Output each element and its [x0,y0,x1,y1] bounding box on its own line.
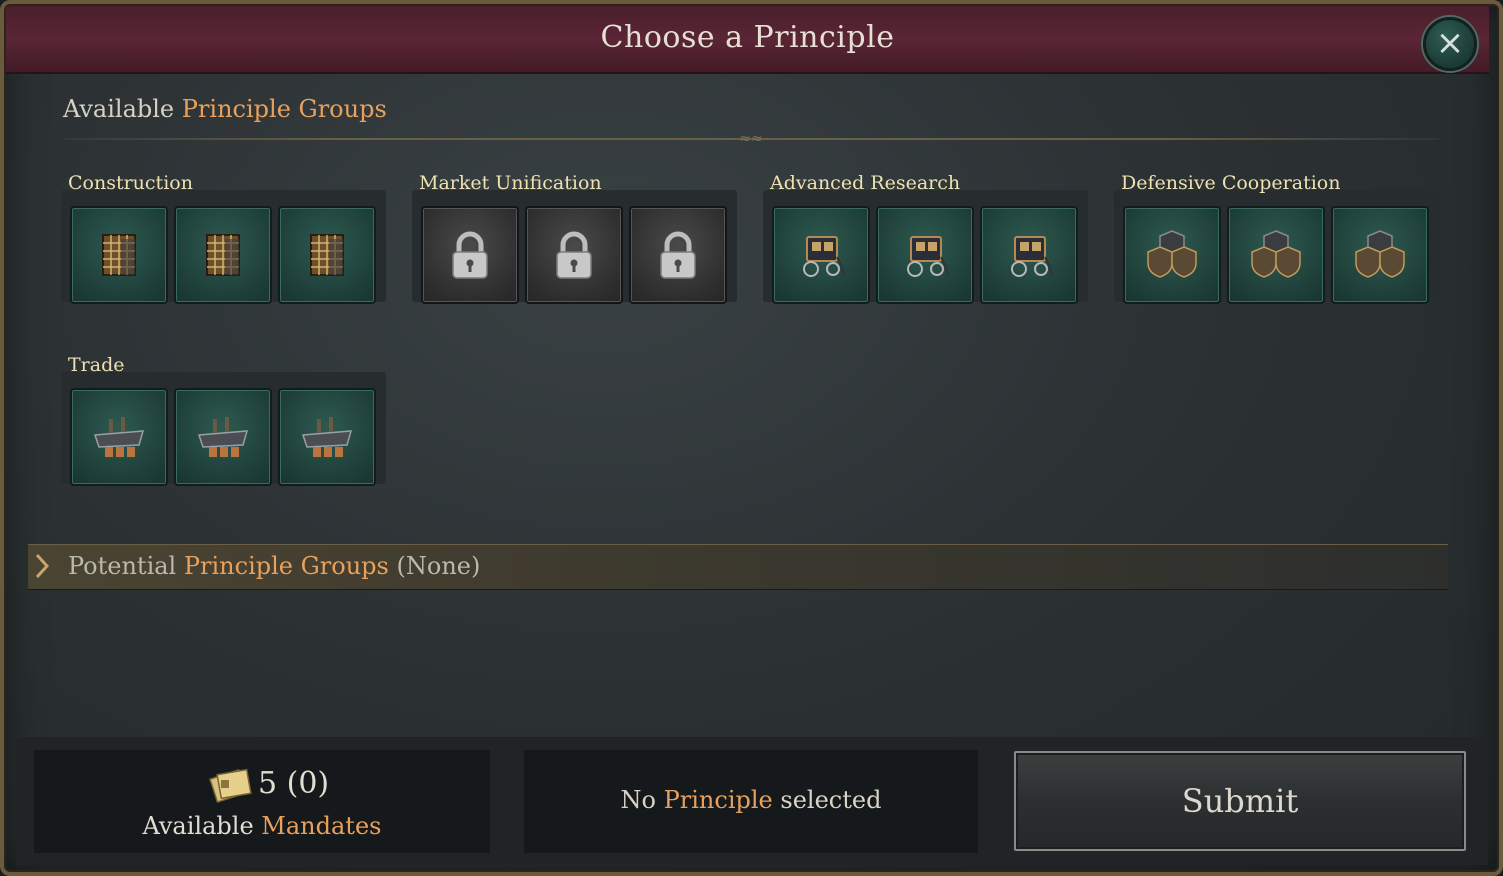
selected-principle-status: No Principle selected [524,786,978,814]
trade-ship-icon [301,417,353,457]
potential-suffix: (None) [396,552,481,580]
carriage-icon [803,236,845,277]
principle-tile-advanced-research-1[interactable] [772,206,870,304]
principle-tile-market-unification-1[interactable] [421,206,519,304]
group-label: Advanced Research [770,172,961,194]
lock-icon [660,231,696,279]
principle-tile-trade-3[interactable] [278,388,376,486]
window-title: Choose a Principle [600,20,895,55]
potential-prefix: Potential [68,552,177,580]
group-label: Construction [68,172,193,194]
available-principle-groups-heading: Available Principle Groups [63,95,387,123]
mandates-label: Available Mandates [34,812,490,840]
heading-prefix: Available [63,95,175,123]
close-button[interactable]: × [1423,17,1477,71]
mandates-label-prefix: Available [142,812,254,840]
principle-tile-construction-1[interactable] [70,206,168,304]
mandates-count: 5 (0) [258,766,330,801]
close-icon: × [1435,23,1465,63]
carriage-icon [1011,236,1053,277]
group-market-unification: Market Unification [412,172,737,304]
principle-tile-construction-3[interactable] [278,206,376,304]
potential-accent: Principle Groups [183,552,389,580]
group-label: Market Unification [419,172,602,194]
trade-ship-icon [197,417,249,457]
lock-icon [452,231,488,279]
selection-accent: Principle [663,786,773,814]
selection-prefix: No [620,786,656,814]
principle-tile-advanced-research-3[interactable] [980,206,1078,304]
chevron-right-icon[interactable] [32,551,52,581]
carriage-icon [907,236,949,277]
group-trade: Trade [61,354,386,486]
mandate-papers-icon [209,768,252,803]
group-panel [1114,190,1439,304]
principle-tile-market-unification-3[interactable] [629,206,727,304]
principle-tile-defensive-cooperation-3[interactable] [1331,206,1429,304]
trade-ship-icon [93,417,145,457]
principle-tile-advanced-research-2[interactable] [876,206,974,304]
lock-icon [556,231,592,279]
divider-ornament-icon: ≈≈ [739,131,763,147]
principle-tile-construction-2[interactable] [174,206,272,304]
group-panel [412,190,737,304]
building-scaffold-icon [206,234,240,276]
group-construction: Construction [61,172,386,304]
potential-principle-groups-label: Potential Principle Groups (None) [68,552,480,580]
group-label: Defensive Cooperation [1121,172,1341,194]
group-panel [763,190,1088,304]
principle-tile-defensive-cooperation-1[interactable] [1123,206,1221,304]
principle-tile-defensive-cooperation-2[interactable] [1227,206,1325,304]
principle-tile-market-unification-2[interactable] [525,206,623,304]
selection-suffix: selected [780,786,882,814]
shields-icon [1355,230,1405,278]
shields-icon [1147,230,1197,278]
principle-tile-trade-1[interactable] [70,388,168,486]
group-panel [61,372,386,486]
building-scaffold-icon [310,234,344,276]
mandates-label-accent: Mandates [261,812,382,840]
submit-button[interactable]: Submit [1014,751,1466,851]
group-panel [61,190,386,304]
principle-tile-trade-2[interactable] [174,388,272,486]
group-label: Trade [68,354,125,376]
group-advanced-research: Advanced Research [763,172,1088,304]
shields-icon [1251,230,1301,278]
group-defensive-cooperation: Defensive Cooperation [1114,172,1439,304]
heading-accent: Principle Groups [181,95,387,123]
building-scaffold-icon [102,234,136,276]
title-bar: Choose a Principle [6,6,1489,74]
